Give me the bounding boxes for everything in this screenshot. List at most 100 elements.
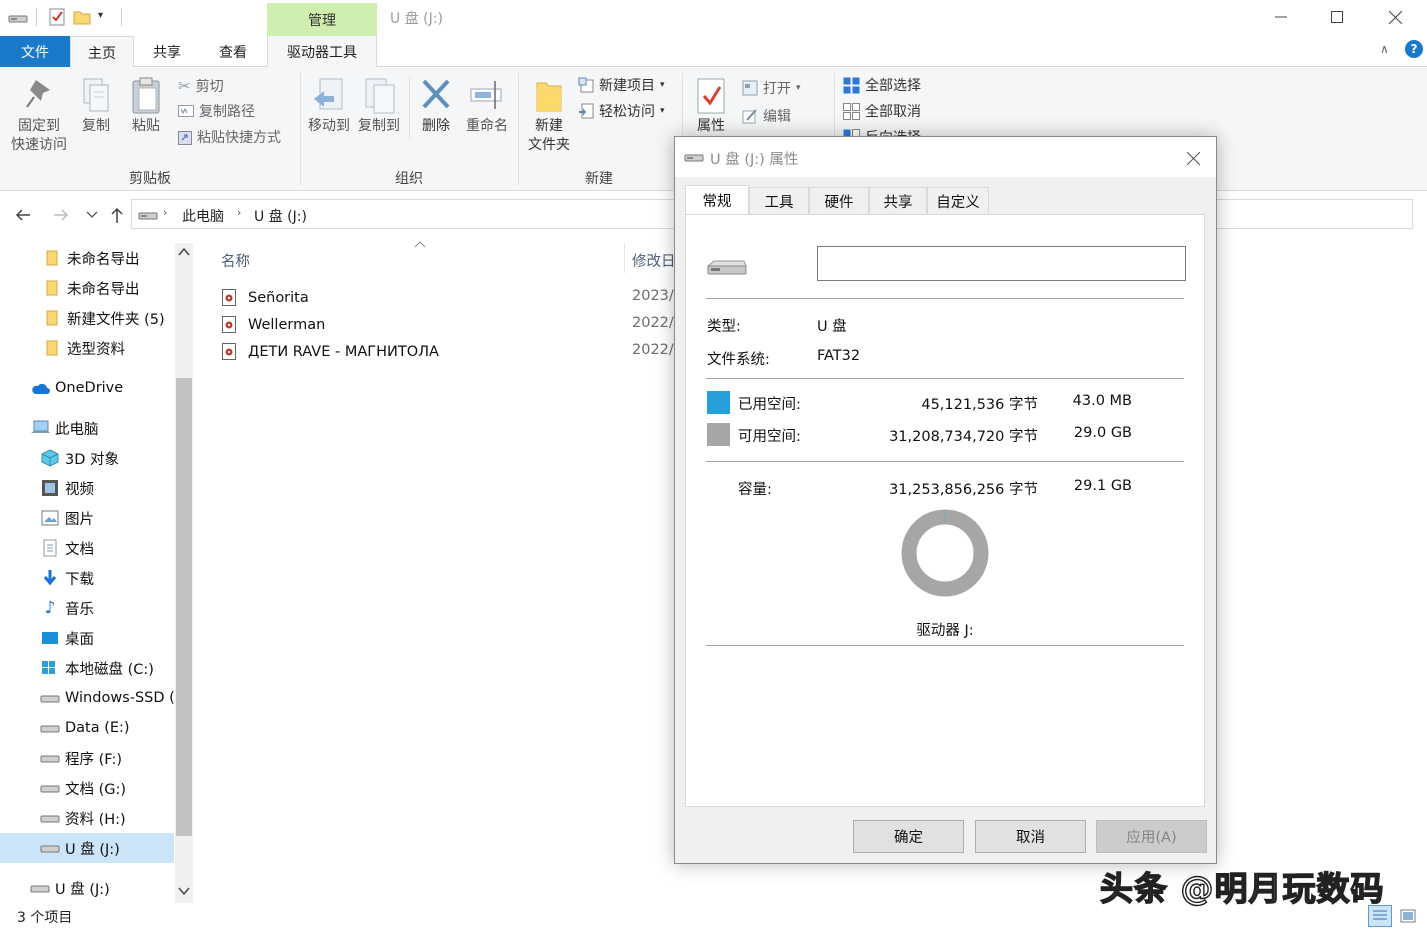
select-none-button[interactable]: 全部取消 — [843, 100, 921, 122]
scroll-down-button[interactable] — [178, 886, 190, 896]
tab-hardware[interactable]: 硬件 — [809, 187, 869, 215]
nav-item-this-pc[interactable]: 此电脑 — [0, 413, 174, 443]
easy-access-button[interactable]: 轻松访问 ▾ — [578, 100, 665, 122]
forward-button[interactable] — [52, 206, 70, 224]
close-icon — [1186, 151, 1200, 165]
dialog-close-button[interactable] — [1180, 147, 1206, 169]
drive-name-input[interactable] — [817, 246, 1186, 281]
usb-drive-icon — [40, 838, 60, 858]
nav-item-folder[interactable]: 未命名导出 — [0, 273, 174, 303]
recent-locations-button[interactable] — [86, 210, 98, 220]
scissors-icon: ✂ — [178, 77, 191, 95]
nav-item-folder[interactable]: 选型资料 — [0, 333, 174, 363]
edit-label: 编辑 — [763, 109, 791, 125]
copy-icon — [76, 77, 116, 117]
maximize-button[interactable] — [1314, 0, 1360, 34]
pin-label-2: 快速访问 — [11, 137, 67, 153]
move-to-button[interactable]: 移动到 — [304, 77, 354, 136]
pin-quick-access-button[interactable]: 固定到 快速访问 — [6, 77, 72, 155]
help-icon[interactable]: ? — [1405, 40, 1423, 58]
nav-item-videos[interactable]: 视频 — [0, 473, 174, 503]
tab-file[interactable]: 文件 — [0, 36, 70, 67]
nav-item-3d-objects[interactable]: 3D 对象 — [0, 443, 174, 473]
properties-button[interactable]: 属性 — [688, 77, 734, 136]
dialog-title-bar: U 盘 (J:) 属性 — [675, 137, 1216, 177]
tab-sharing[interactable]: 共享 — [869, 187, 927, 215]
column-header-date[interactable]: 修改日 — [632, 250, 676, 271]
nav-item-onedrive[interactable]: OneDrive — [0, 373, 174, 403]
copy-path-icon — [178, 105, 194, 117]
delete-x-icon — [414, 77, 458, 117]
paste-button[interactable]: 粘贴 — [124, 77, 168, 136]
drive-icon — [8, 11, 28, 25]
breadcrumb-this-pc[interactable]: 此电脑 — [182, 206, 224, 226]
manage-context-tab: 管理 — [267, 3, 377, 36]
nav-item-pictures[interactable]: 图片 — [0, 503, 174, 533]
new-folder-qat-icon[interactable] — [73, 8, 91, 26]
edit-button[interactable]: 编辑 — [742, 105, 791, 127]
new-folder-label-1: 新建 — [535, 118, 563, 134]
tab-drive-tools[interactable]: 驱动器工具 — [267, 36, 377, 67]
open-button[interactable]: 打开 ▾ — [742, 77, 801, 99]
title-bar: ▾ 管理 U 盘 (J:) — [0, 0, 1427, 36]
apply-button[interactable]: 应用(A) — [1096, 820, 1207, 853]
nav-item-usb-drive[interactable]: U 盘 (J:) — [0, 873, 174, 903]
nav-item-drive-h[interactable]: 资料 (H:) — [0, 803, 174, 833]
nav-item-music[interactable]: ♪ 音乐 — [0, 593, 174, 623]
nav-item-drive-g[interactable]: 文档 (G:) — [0, 773, 174, 803]
new-item-button[interactable]: 新建项目 ▾ — [578, 74, 665, 96]
column-divider[interactable] — [624, 243, 625, 273]
large-icons-view-button[interactable] — [1396, 905, 1420, 927]
nav-item-folder[interactable]: 未命名导出 — [0, 243, 174, 273]
collapse-ribbon-icon[interactable]: ∧ — [1380, 42, 1389, 56]
file-row[interactable]: ДЕТИ RAVE - МАГНИТОЛА — [222, 338, 682, 365]
nav-item-drive-f[interactable]: 程序 (F:) — [0, 743, 174, 773]
nav-item-drive-j-selected[interactable]: U 盘 (J:) — [0, 833, 174, 863]
nav-item-drive-c[interactable]: 本地磁盘 (C:) — [0, 653, 174, 683]
close-button[interactable] — [1372, 0, 1418, 34]
nav-scrollbar-thumb[interactable] — [176, 378, 192, 836]
drive-icon — [40, 778, 60, 798]
breadcrumb-current-drive[interactable]: U 盘 (J:) — [254, 206, 307, 226]
copy-to-button[interactable]: 复制到 — [354, 77, 404, 136]
tab-tools[interactable]: 工具 — [749, 187, 809, 215]
nav-item-label: 未命名导出 — [67, 281, 140, 298]
drive-icon — [40, 688, 60, 708]
tab-customize[interactable]: 自定义 — [927, 187, 989, 215]
tab-home[interactable]: 主页 — [70, 36, 134, 68]
select-all-button[interactable]: 全部选择 — [843, 74, 921, 96]
nav-item-downloads[interactable]: 下载 — [0, 563, 174, 593]
paste-shortcut-button[interactable]: 粘贴快捷方式 — [178, 126, 281, 148]
nav-item-documents[interactable]: 文档 — [0, 533, 174, 563]
tab-share[interactable]: 共享 — [134, 36, 200, 67]
divider — [706, 298, 1184, 299]
tab-general[interactable]: 常规 — [685, 185, 749, 215]
minimize-button[interactable] — [1258, 0, 1304, 34]
back-button[interactable] — [14, 206, 32, 224]
tab-view[interactable]: 查看 — [200, 36, 266, 67]
large-icons-view-icon — [1400, 909, 1416, 923]
scroll-up-button[interactable] — [178, 247, 190, 257]
dropdown-arrow-icon: ▾ — [796, 83, 801, 93]
properties-dialog: U 盘 (J:) 属性 常规 工具 硬件 共享 自定义 类型: U 盘 文件系统… — [674, 136, 1217, 864]
column-header-name[interactable]: 名称 — [221, 250, 250, 271]
file-row[interactable]: Señorita — [222, 284, 682, 311]
rename-button[interactable]: 重命名 — [462, 77, 512, 136]
nav-item-desktop[interactable]: 桌面 — [0, 623, 174, 653]
customize-qat-icon[interactable]: ▾ — [98, 10, 103, 21]
file-row[interactable]: Wellerman — [222, 311, 682, 338]
copy-button[interactable]: 复制 — [76, 77, 116, 136]
window-title: U 盘 (J:) — [390, 11, 443, 27]
cut-button[interactable]: ✂ 剪切 — [178, 75, 224, 97]
new-folder-button[interactable]: 新建 文件夹 — [522, 77, 576, 155]
up-button[interactable] — [109, 206, 125, 224]
nav-item-drive-e[interactable]: Data (E:) — [0, 713, 174, 743]
new-item-icon — [578, 77, 594, 93]
cancel-button[interactable]: 取消 — [975, 820, 1086, 853]
copy-path-button[interactable]: 复制路径 — [178, 100, 255, 122]
delete-button[interactable]: 删除 — [414, 77, 458, 136]
nav-item-folder[interactable]: 新建文件夹 (5) — [0, 303, 174, 333]
ok-button[interactable]: 确定 — [853, 820, 964, 853]
properties-qat-icon[interactable] — [48, 8, 66, 26]
nav-item-drive-windows-ssd[interactable]: Windows-SSD ( — [0, 683, 174, 713]
